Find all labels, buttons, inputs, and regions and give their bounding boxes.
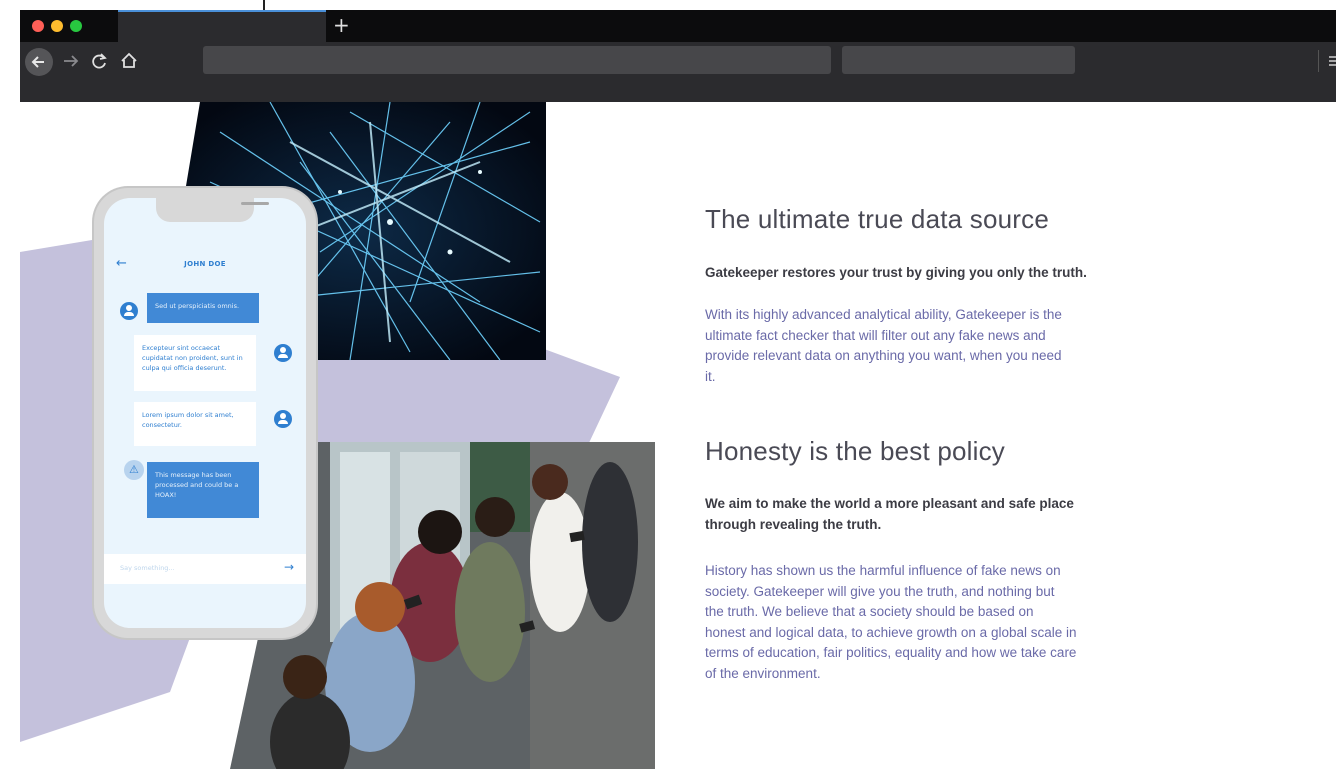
home-icon — [121, 52, 137, 68]
maximize-window-button[interactable] — [70, 20, 82, 32]
new-tab-button[interactable]: + — [333, 12, 350, 38]
chat-title: JOHN DOE — [184, 260, 226, 268]
reload-button[interactable] — [88, 50, 110, 76]
section1-lead: Gatekeeper restores your trust by giving… — [705, 265, 1087, 280]
menu-button[interactable] — [1327, 52, 1336, 74]
search-bar[interactable] — [842, 46, 1075, 74]
section2-body-line: of the environment. — [705, 665, 821, 681]
section2-lead: We aim to make the world a more pleasant… — [705, 493, 1074, 535]
menu-icon — [1329, 56, 1336, 66]
section1-body-line: ultimate fact checker that will filter o… — [705, 327, 1046, 343]
section2-body-line: the truth. We believe that a society sho… — [705, 604, 1034, 619]
warning-icon: ⚠ — [124, 460, 144, 480]
phone-notch — [156, 198, 269, 222]
forward-button[interactable] — [60, 50, 82, 76]
back-button[interactable] — [25, 48, 53, 76]
chat-input[interactable]: Say something... — [120, 564, 175, 572]
chat-message-outgoing: Excepteur sint occaecat cupidatat non pr… — [134, 335, 256, 391]
chat-input-row[interactable]: Say something... → — [104, 554, 306, 584]
section1-body: With its highly advanced analytical abil… — [705, 305, 1160, 387]
chat-back-arrow-icon[interactable]: ← — [116, 256, 127, 271]
phone-screen: ← JOHN DOE Sed ut perspiciatis omnis. Ex… — [104, 198, 306, 628]
avatar-icon — [274, 344, 292, 362]
avatar-icon — [274, 410, 292, 428]
section1-heading: The ultimate true data source — [705, 204, 1049, 234]
section2-lead-line: through revealing the truth. — [705, 517, 882, 532]
section1-body-line: provide relevant data on anything you wa… — [705, 348, 1062, 363]
send-arrow-icon[interactable]: → — [284, 560, 294, 574]
minimize-window-button[interactable] — [51, 20, 63, 32]
section1-body-line: it. — [705, 368, 716, 384]
chat-message-incoming: Sed ut perspiciatis omnis. — [147, 293, 259, 323]
close-window-button[interactable] — [32, 20, 44, 32]
section2-heading: Honesty is the best policy — [705, 436, 1006, 466]
back-arrow-icon — [31, 56, 44, 68]
chat-message-outgoing: Lorem ipsum dolor sit amet, consectetur. — [134, 402, 256, 446]
section2-body-line: History has shown us the harmful influen… — [705, 563, 1061, 578]
browser-tab-active[interactable] — [118, 10, 326, 42]
section2-body-line: honest and logical data, to achieve grow… — [705, 624, 1077, 640]
avatar-icon — [120, 302, 138, 320]
reload-icon — [92, 53, 107, 69]
phone-mockup: ← JOHN DOE Sed ut perspiciatis omnis. Ex… — [94, 188, 316, 638]
section1-body-line: With its highly advanced analytical abil… — [705, 307, 1062, 322]
toolbar-divider — [1318, 50, 1319, 72]
section2-body-line: terms of education, fair politics, equal… — [705, 645, 1077, 660]
section2-body-line: society. Gatekeeper will give you the tr… — [705, 583, 1055, 599]
home-button[interactable] — [118, 50, 140, 76]
section2-lead-line: We aim to make the world a more pleasant… — [705, 496, 1074, 511]
forward-arrow-icon — [64, 55, 79, 67]
phone-speaker — [241, 202, 269, 205]
section2-body: History has shown us the harmful influen… — [705, 561, 1175, 684]
url-bar[interactable] — [203, 46, 831, 74]
chat-message-hoax-warning: This message has been processed and coul… — [147, 462, 259, 518]
